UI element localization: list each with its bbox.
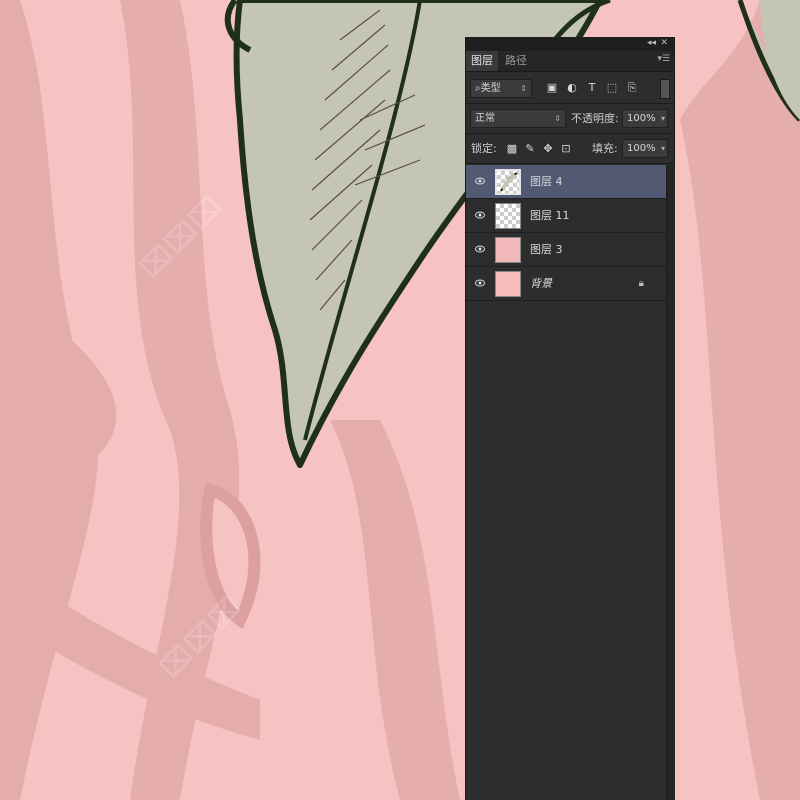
layer-name: 图层 11 xyxy=(530,209,570,222)
layer-name: 图层 3 xyxy=(530,243,563,256)
collapse-icon[interactable]: ◂◂ xyxy=(647,38,656,49)
tab-paths[interactable]: 路径 xyxy=(500,51,532,71)
layer-row[interactable]: 图层 3 xyxy=(466,233,666,267)
chevron-updown-icon: ⇕ xyxy=(554,114,561,123)
opacity-label: 不透明度: xyxy=(571,112,619,125)
layer-thumbnail xyxy=(495,203,521,229)
layers-scrollbar[interactable] xyxy=(666,165,675,800)
blend-row: 正常 ⇕ 不透明度: 100% ▾ xyxy=(466,107,674,131)
opacity-input[interactable]: 100% ▾ xyxy=(622,109,668,128)
filter-kind-select[interactable]: ⌕类型 ⇕ xyxy=(470,79,532,98)
layer-thumbnail xyxy=(495,169,521,195)
blend-mode-select[interactable]: 正常 ⇕ xyxy=(470,109,566,128)
layers-panel: ◂◂ ✕ 图层 路径 ▾☰ ⌕类型 ⇕ ▣ ◐ T ⬚ ⎘ 正常 ⇕ 不透明度:… xyxy=(465,37,675,800)
lock-row: 锁定: ▩ ✎ ✥ ⊡ 填充: 100% ▾ xyxy=(466,137,674,161)
layer-row[interactable]: 图层 11 xyxy=(466,199,666,233)
shape-filter-icon[interactable]: ⬚ xyxy=(604,80,620,96)
filter-row: ⌕类型 ⇕ ▣ ◐ T ⬚ ⎘ xyxy=(466,77,674,101)
eye-icon[interactable] xyxy=(475,279,485,287)
fill-label: 填充: xyxy=(592,142,618,155)
panel-menu-icon[interactable]: ▾☰ xyxy=(657,54,670,64)
lock-icon: 🔒︎ xyxy=(638,278,644,289)
panel-tabs: 图层 路径 ▾☰ xyxy=(466,51,674,72)
lock-all-icon[interactable]: ⊡ xyxy=(558,141,574,157)
layer-row[interactable]: 图层 4 xyxy=(466,165,666,199)
image-filter-icon[interactable]: ▣ xyxy=(544,80,560,96)
text-filter-icon[interactable]: T xyxy=(584,80,600,96)
lock-position-icon[interactable]: ✥ xyxy=(540,141,556,157)
close-icon[interactable]: ✕ xyxy=(660,38,668,49)
eye-icon[interactable] xyxy=(475,177,485,185)
layer-name: 背景 xyxy=(530,277,552,290)
layer-row[interactable]: 背景 🔒︎ xyxy=(466,267,666,301)
fill-input[interactable]: 100% ▾ xyxy=(622,139,668,158)
tab-layers[interactable]: 图层 xyxy=(466,51,498,71)
eye-icon[interactable] xyxy=(475,245,485,253)
lock-transparency-icon[interactable]: ▩ xyxy=(504,141,520,157)
panel-titlebar: ◂◂ ✕ xyxy=(466,37,674,51)
layer-thumbnail xyxy=(495,271,521,297)
smart-object-filter-icon[interactable]: ⎘ xyxy=(624,80,640,96)
lock-label: 锁定: xyxy=(471,142,497,155)
canvas-artwork xyxy=(0,0,800,800)
chevron-down-icon: ▾ xyxy=(660,144,665,153)
filter-toggle[interactable] xyxy=(660,79,670,99)
chevron-down-icon: ▾ xyxy=(660,114,665,123)
adjustment-filter-icon[interactable]: ◐ xyxy=(564,80,580,96)
layer-name: 图层 4 xyxy=(530,175,563,188)
layer-thumbnail xyxy=(495,237,521,263)
eye-icon[interactable] xyxy=(475,211,485,219)
chevron-updown-icon: ⇕ xyxy=(520,84,527,93)
lock-pixels-icon[interactable]: ✎ xyxy=(522,141,538,157)
